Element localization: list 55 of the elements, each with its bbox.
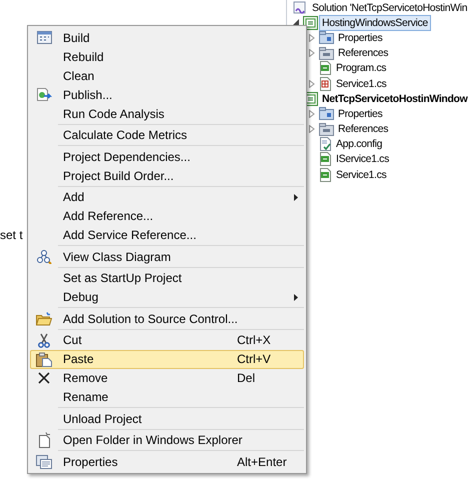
menu-item[interactable]: Properties Alt+Enter <box>30 452 304 471</box>
menu-item[interactable]: Project Build Order... <box>30 166 304 185</box>
folder-icon <box>36 312 52 326</box>
tree-item[interactable]: Service1.cs <box>333 76 390 92</box>
document-icon <box>38 432 50 448</box>
menu-item[interactable]: Project Dependencies... <box>30 147 304 166</box>
tree-item[interactable]: Service1.cs <box>333 166 390 183</box>
menu-item[interactable]: Unload Project <box>30 409 304 428</box>
menu-item[interactable]: Set as StartUp Project <box>30 268 304 288</box>
menu-item[interactable]: Clean <box>30 66 304 85</box>
menu-item[interactable]: Add Reference... <box>30 206 304 226</box>
code-file-icon <box>319 152 332 166</box>
properties-folder-icon <box>319 31 334 44</box>
expand-arrow-icon[interactable] <box>309 80 315 88</box>
config-file-icon <box>319 137 332 152</box>
tree-item[interactable]: NetTcpServicetoHostinWindow <box>319 90 470 107</box>
menu-item[interactable]: Debug <box>30 288 304 306</box>
menu-item[interactable]: Build <box>30 28 304 47</box>
menu-item[interactable]: Rebuild <box>30 47 304 66</box>
menu-item[interactable]: Paste Ctrl+V <box>30 350 304 368</box>
menu-item[interactable]: Run Code Analysis <box>30 104 304 123</box>
service-file-icon <box>319 76 332 91</box>
clipboard-icon <box>36 352 52 366</box>
tree-item[interactable]: References <box>335 121 392 138</box>
tree-item[interactable]: App.config <box>333 136 386 152</box>
tree-item[interactable]: IService1.cs <box>333 151 392 168</box>
tree-item[interactable]: Program.cs <box>333 60 390 76</box>
menu-item[interactable]: Cut Ctrl+X <box>30 330 304 350</box>
references-folder-icon <box>319 122 334 136</box>
menu-item[interactable]: Remove Del <box>30 368 304 388</box>
menu-item[interactable]: Rename <box>30 388 304 406</box>
collapse-arrow-icon[interactable] <box>292 19 300 26</box>
tree-item[interactable]: References <box>335 45 392 62</box>
class-diagram-icon <box>36 250 52 264</box>
menu-item[interactable]: Calculate Code Metrics <box>30 126 304 144</box>
close-icon <box>38 372 50 384</box>
menu-item[interactable]: Add Service Reference... <box>30 226 304 244</box>
properties-folder-icon <box>319 107 334 120</box>
code-file-icon <box>319 168 332 182</box>
tree-item[interactable]: Properties <box>335 106 386 122</box>
publish-icon <box>36 87 52 102</box>
code-file-icon <box>319 61 332 76</box>
references-folder-icon <box>319 46 334 60</box>
menu-item[interactable]: View Class Diagram <box>30 247 304 266</box>
tree-item[interactable]: HostingWindowsService <box>319 14 431 31</box>
body-text: set t <box>0 227 23 244</box>
scissors-icon <box>38 332 50 348</box>
menu-item[interactable]: Add <box>30 188 304 206</box>
menu-item[interactable]: Add Solution to Source Control... <box>30 309 304 328</box>
tree-item[interactable]: Solution 'NetTcpServicetoHostinWin <box>309 0 470 16</box>
build-icon <box>36 31 52 44</box>
properties-icon <box>36 454 52 468</box>
menu-item[interactable]: Publish... <box>30 85 304 104</box>
tree-item[interactable]: Properties <box>335 30 386 46</box>
menu-item[interactable]: Open Folder in Windows Explorer <box>30 430 304 450</box>
